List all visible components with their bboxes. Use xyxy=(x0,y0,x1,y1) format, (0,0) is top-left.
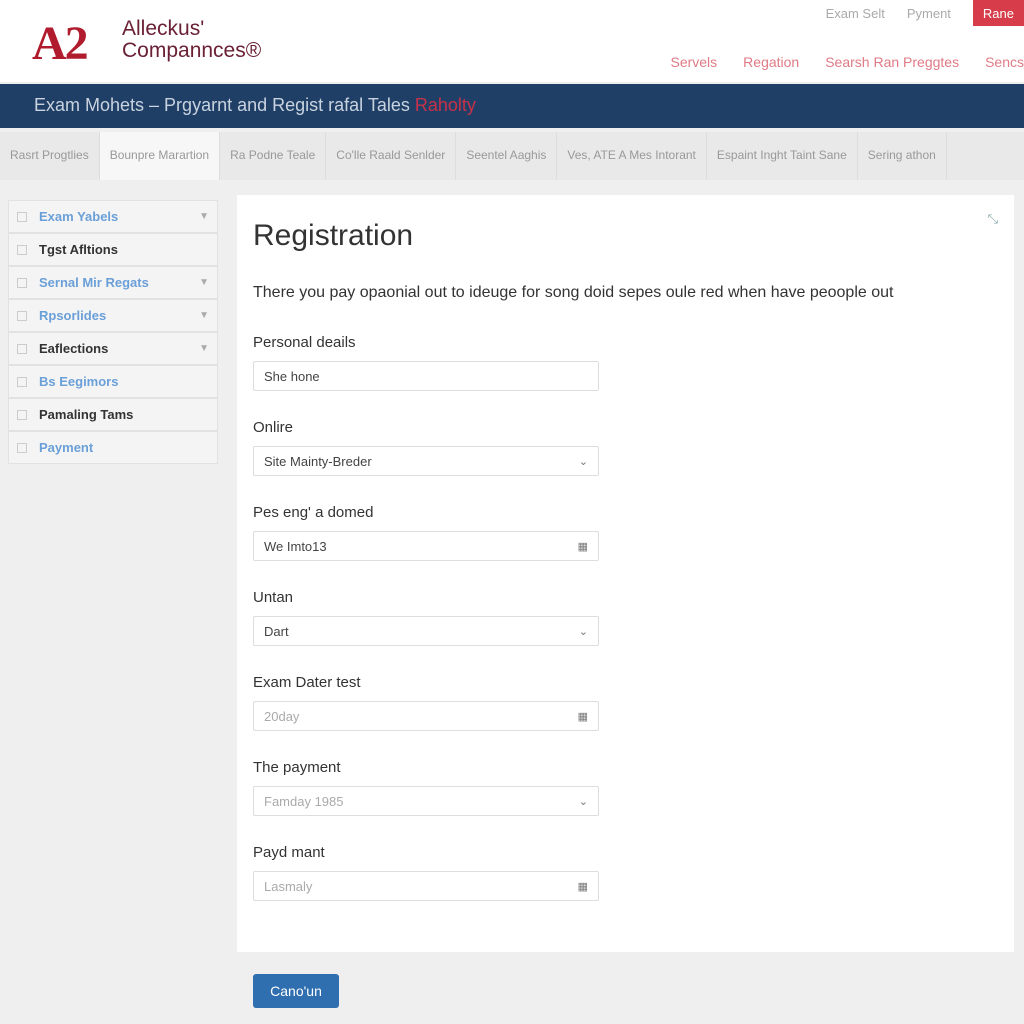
page-title: Registration xyxy=(253,219,414,252)
tab-item[interactable]: Seentel Aaghis xyxy=(456,132,558,180)
field-label: Pes eng' a domed xyxy=(253,504,374,521)
intro-text: There you pay opaonial out to ideuge for… xyxy=(253,284,894,301)
chevron-down-icon[interactable]: ▼ xyxy=(199,211,209,222)
logo-line-2: Compannces® xyxy=(122,39,262,62)
field-input[interactable]: Dart ⌄ xyxy=(253,616,599,646)
sidebar-item-label: Bs Eegimors xyxy=(39,374,119,389)
site-header: A2 Alleckus' Compannces® Exam Selt Pyment… xyxy=(0,0,1024,82)
banner-title: Exam Mohets – Prgyarnt and Regist rafal … xyxy=(34,95,410,115)
field-input[interactable]: We Imto13 ▦ xyxy=(253,531,599,561)
checkbox[interactable] xyxy=(17,343,27,354)
sidebar-item[interactable]: Bs Eegimors xyxy=(8,365,218,398)
field-value: Lasmaly xyxy=(264,878,313,894)
sidebar-item-label: Exam Yabels xyxy=(39,209,119,224)
continue-button[interactable]: Cano'un xyxy=(253,974,339,1008)
logo-line-1: Alleckus' xyxy=(122,17,205,40)
page-banner: Exam Mohets – Prgyarnt and Regist rafal … xyxy=(0,84,1024,128)
field-input[interactable]: 20day ▦ xyxy=(253,701,599,731)
field-input[interactable]: Site Mainty-Breder ⌄ xyxy=(253,446,599,476)
top-link[interactable]: Exam Selt xyxy=(826,6,885,21)
sidebar: Exam Yabels ▼ Tgst Afltions Sernal Mir Rega… xyxy=(8,200,218,464)
sidebar-item[interactable]: Eaflections ▼ xyxy=(8,332,218,365)
chevron-down-icon[interactable]: ▼ xyxy=(199,343,209,354)
field-input[interactable]: Famday 1985 ⌄ xyxy=(253,786,599,816)
sidebar-item[interactable]: Tgst Afltions xyxy=(8,233,218,266)
field-value: We Imto13 xyxy=(264,538,327,554)
field-label: Personal deails xyxy=(253,334,356,351)
sidebar-item[interactable]: Sernal Mir Regats ▼ xyxy=(8,266,218,299)
top-link[interactable]: Pyment xyxy=(907,6,951,21)
sidebar-item-label: Eaflections xyxy=(39,341,109,356)
nav-item[interactable]: Regation xyxy=(743,54,799,70)
tab-item[interactable]: Espaint Inght Taint Sane xyxy=(707,132,858,180)
registration-card: Registration ⤡ There you pay opaonial ou… xyxy=(237,195,1014,952)
expand-icon[interactable]: ⤡ xyxy=(988,211,998,227)
form-field: The payment Famday 1985 ⌄ xyxy=(253,759,599,816)
sidebar-item-label: Rpsorlides xyxy=(39,308,107,323)
field-value: Site Mainty-Breder xyxy=(264,453,372,469)
field-label: Exam Dater test xyxy=(253,674,361,691)
tab-item[interactable]: Ra Podne Teale xyxy=(220,132,327,180)
field-label: The payment xyxy=(253,759,341,776)
nav-item[interactable]: Sencs xyxy=(985,54,1024,70)
form-field: Exam Dater test 20day ▦ xyxy=(253,674,599,731)
sidebar-item[interactable]: Exam Yabels ▼ xyxy=(8,200,218,233)
chevron-down-icon[interactable]: ▼ xyxy=(199,310,209,321)
chevron-down-icon[interactable]: ⌄ xyxy=(579,625,588,638)
form-field: Onlire Site Mainty-Breder ⌄ xyxy=(253,419,599,476)
top-cta-button[interactable]: Rane xyxy=(972,0,1024,26)
form-field: Personal deails She hone xyxy=(253,334,599,391)
logo-text: Alleckus' Compannces® xyxy=(122,18,261,62)
field-value: Famday 1985 xyxy=(264,793,344,809)
tab-item[interactable]: Rasrt Progtlies xyxy=(0,132,100,180)
form-field: Pes eng' a domed We Imto13 ▦ xyxy=(253,504,599,561)
logo-mark[interactable]: A2 xyxy=(32,16,89,71)
checkbox[interactable] xyxy=(17,310,27,321)
sidebar-item-label: Tgst Afltions xyxy=(39,242,118,257)
banner-highlight[interactable]: Raholty xyxy=(415,95,476,115)
field-label: Onlire xyxy=(253,419,294,436)
tab-item[interactable]: Ves, ATE A Mes Intorant xyxy=(557,132,707,180)
calendar-icon[interactable]: ▦ xyxy=(578,710,588,723)
sidebar-item[interactable]: Payment xyxy=(8,431,218,464)
main-nav: Servels Regation Searsh Ran Preggtes Sen… xyxy=(670,54,1024,70)
tab-item[interactable]: Bounpre Marartion xyxy=(99,132,221,180)
chevron-down-icon[interactable]: ▼ xyxy=(199,277,209,288)
field-value: Dart xyxy=(264,623,289,639)
checkbox[interactable] xyxy=(17,442,27,453)
sidebar-item-label: Sernal Mir Regats xyxy=(39,275,149,290)
calendar-icon[interactable]: ▦ xyxy=(578,880,588,893)
checkbox[interactable] xyxy=(17,244,27,255)
sidebar-item-label: Payment xyxy=(39,440,94,455)
field-value: She hone xyxy=(264,368,320,384)
tab-item[interactable]: Co'lle Raald Senlder xyxy=(326,132,457,180)
nav-item[interactable]: Searsh Ran Preggtes xyxy=(825,54,959,70)
nav-item[interactable]: Servels xyxy=(670,54,717,70)
checkbox[interactable] xyxy=(17,211,27,222)
checkbox[interactable] xyxy=(17,376,27,387)
field-input[interactable]: Lasmaly ▦ xyxy=(253,871,599,901)
chevron-down-icon[interactable]: ⌄ xyxy=(579,455,588,468)
checkbox[interactable] xyxy=(17,277,27,288)
chevron-down-icon[interactable]: ⌄ xyxy=(579,795,588,808)
tab-item[interactable]: Sering athon xyxy=(858,132,947,180)
sidebar-item-label: Pamaling Tams xyxy=(39,407,134,422)
top-links: Exam Selt Pyment Rane xyxy=(826,0,1024,26)
field-input[interactable]: She hone xyxy=(253,361,599,391)
sidebar-item[interactable]: Pamaling Tams xyxy=(8,398,218,431)
field-label: Untan xyxy=(253,589,294,606)
field-label: Payd mant xyxy=(253,844,325,861)
form-field: Payd mant Lasmaly ▦ xyxy=(253,844,599,901)
sidebar-item[interactable]: Rpsorlides ▼ xyxy=(8,299,218,332)
form-field: Untan Dart ⌄ xyxy=(253,589,599,646)
tab-bar: Rasrt Progtlies Bounpre Marartion Ra Podne… xyxy=(0,132,1024,180)
calendar-icon[interactable]: ▦ xyxy=(578,540,588,553)
field-value: 20day xyxy=(264,708,300,724)
checkbox[interactable] xyxy=(17,409,27,420)
